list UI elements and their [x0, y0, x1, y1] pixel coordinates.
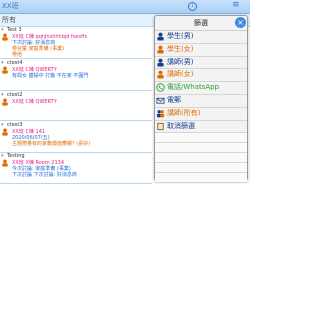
person-icon — [2, 33, 8, 41]
app-title: XX班 — [2, 2, 19, 10]
popup-title: 篩選 — [155, 16, 247, 31]
clear-filter-icon — [157, 122, 164, 130]
filter-option-email[interactable]: 電郵 — [155, 95, 247, 108]
filter-option-student-male[interactable]: 學生(男) — [155, 31, 247, 44]
divider — [0, 120, 152, 121]
student-male-icon — [157, 32, 164, 41]
filter-option-label: 取消篩選 — [167, 121, 195, 130]
top-bar: XX班 i ≡ — [0, 0, 250, 14]
teacher-female-icon — [157, 71, 164, 79]
entry-line: 帶他 — [12, 52, 23, 58]
filter-option-label: 講師(男) — [167, 57, 194, 66]
filter-option-clear[interactable]: 取消篩選 — [155, 121, 247, 134]
divider — [0, 90, 152, 91]
entry-line: 有興女 體操中 打籠 不在家 不圓門 — [12, 73, 89, 79]
person-icon — [2, 98, 8, 106]
filter-option-label: 學生(女) — [167, 44, 194, 53]
list-item[interactable]: ▾ Test 3 XX班 C棟 qqhjhshhhbjd fsesffs 下次討… — [0, 27, 160, 58]
teacher-male-icon — [157, 58, 164, 67]
filter-option-teacher-all[interactable]: 講師(所有) — [155, 108, 247, 121]
filter-option-label: 學生(男) — [167, 32, 194, 40]
teacher-all-icon — [156, 109, 165, 118]
divider — [0, 58, 152, 59]
entry-line: 主題際量有的家教價值應親? (喜好) — [12, 141, 91, 147]
email-icon — [156, 97, 165, 104]
divider — [0, 183, 152, 184]
empty-row — [155, 173, 247, 184]
empty-row — [155, 133, 247, 144]
close-icon[interactable]: × — [235, 17, 246, 28]
filter-option-label: 講師(女) — [167, 70, 194, 79]
person-icon — [2, 128, 8, 136]
list-item[interactable]: ▾ ctest2 XX班 C棟 QWERTY — [0, 92, 160, 120]
filter-option-teacher-male[interactable]: 講師(男) — [155, 57, 247, 70]
person-icon — [2, 66, 8, 74]
phone-icon — [156, 83, 165, 92]
filter-option-teacher-female[interactable]: 講師(女) — [155, 69, 247, 83]
empty-row — [155, 153, 247, 164]
filter-option-label: 講師(所有) — [167, 108, 201, 117]
entry-line: 下次討論 下次討論: 好消息商 — [12, 172, 77, 178]
list-item[interactable]: ▾ ctest3 XX班 C棟 141 2020/06/07(五) 主題際量有的… — [0, 122, 160, 152]
empty-row — [155, 163, 247, 174]
entry-line: XX班 C棟 QWERTY — [12, 99, 57, 105]
filter-label: 所有 — [2, 16, 16, 24]
list-item[interactable]: ▾ Testing XX班 X棟 Room 2134 今次討論: 家庭準備 (事… — [0, 153, 160, 183]
person-icon — [2, 159, 8, 167]
filter-option-label: 電郵 — [167, 95, 181, 104]
filter-popup: 篩選 × 學生(男) 學生(女) 講師(男) 講師(女) 電話/WhatsApp… — [154, 15, 248, 184]
empty-row — [155, 143, 247, 154]
filter-option-student-female[interactable]: 學生(女) — [155, 44, 247, 57]
list-item[interactable]: ▾ ctest4 XX班 C棟 QWERTY 有興女 體操中 打籠 不在家 不圓… — [0, 60, 160, 90]
menu-icon[interactable]: ≡ — [232, 0, 240, 10]
filter-option-phone[interactable]: 電話/WhatsApp — [155, 82, 247, 95]
filter-option-label: 電話/WhatsApp — [167, 83, 220, 92]
info-icon[interactable]: i — [188, 2, 197, 11]
student-female-icon — [157, 45, 164, 54]
